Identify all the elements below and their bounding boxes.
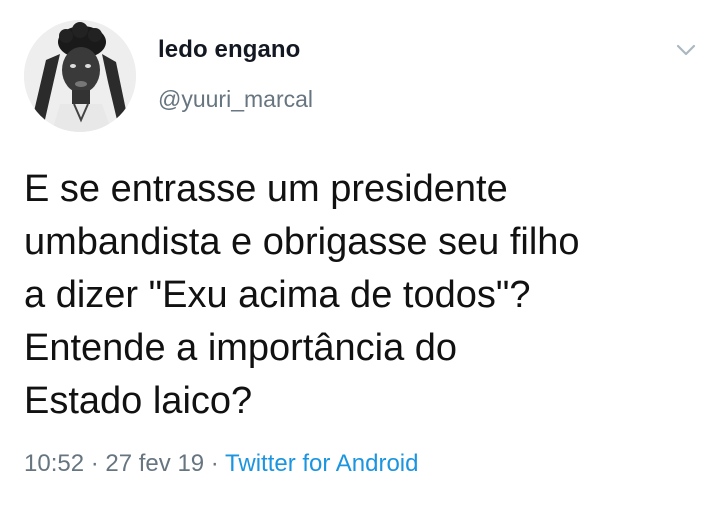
meta-separator: ·: [84, 450, 106, 477]
meta-separator: ·: [204, 450, 226, 477]
tweet-date[interactable]: 27 fev 19: [105, 450, 204, 477]
chevron-down-icon[interactable]: [672, 40, 700, 60]
avatar-photo: [24, 20, 136, 132]
avatar[interactable]: [24, 20, 136, 132]
user-handle[interactable]: @yuuri_marcal: [158, 86, 313, 113]
tweet-source-link[interactable]: Twitter for Android: [225, 450, 418, 477]
tweet-time[interactable]: 10:52: [24, 450, 84, 477]
tweet-metadata: 10:52 · 27 fev 19 · Twitter for Android: [24, 450, 418, 478]
display-name[interactable]: ledo engano: [158, 36, 300, 64]
tweet-card: ledo engano @yuuri_marcal E se entrasse …: [0, 0, 720, 509]
tweet-text: E se entrasse um presidente umbandista e…: [24, 168, 580, 422]
